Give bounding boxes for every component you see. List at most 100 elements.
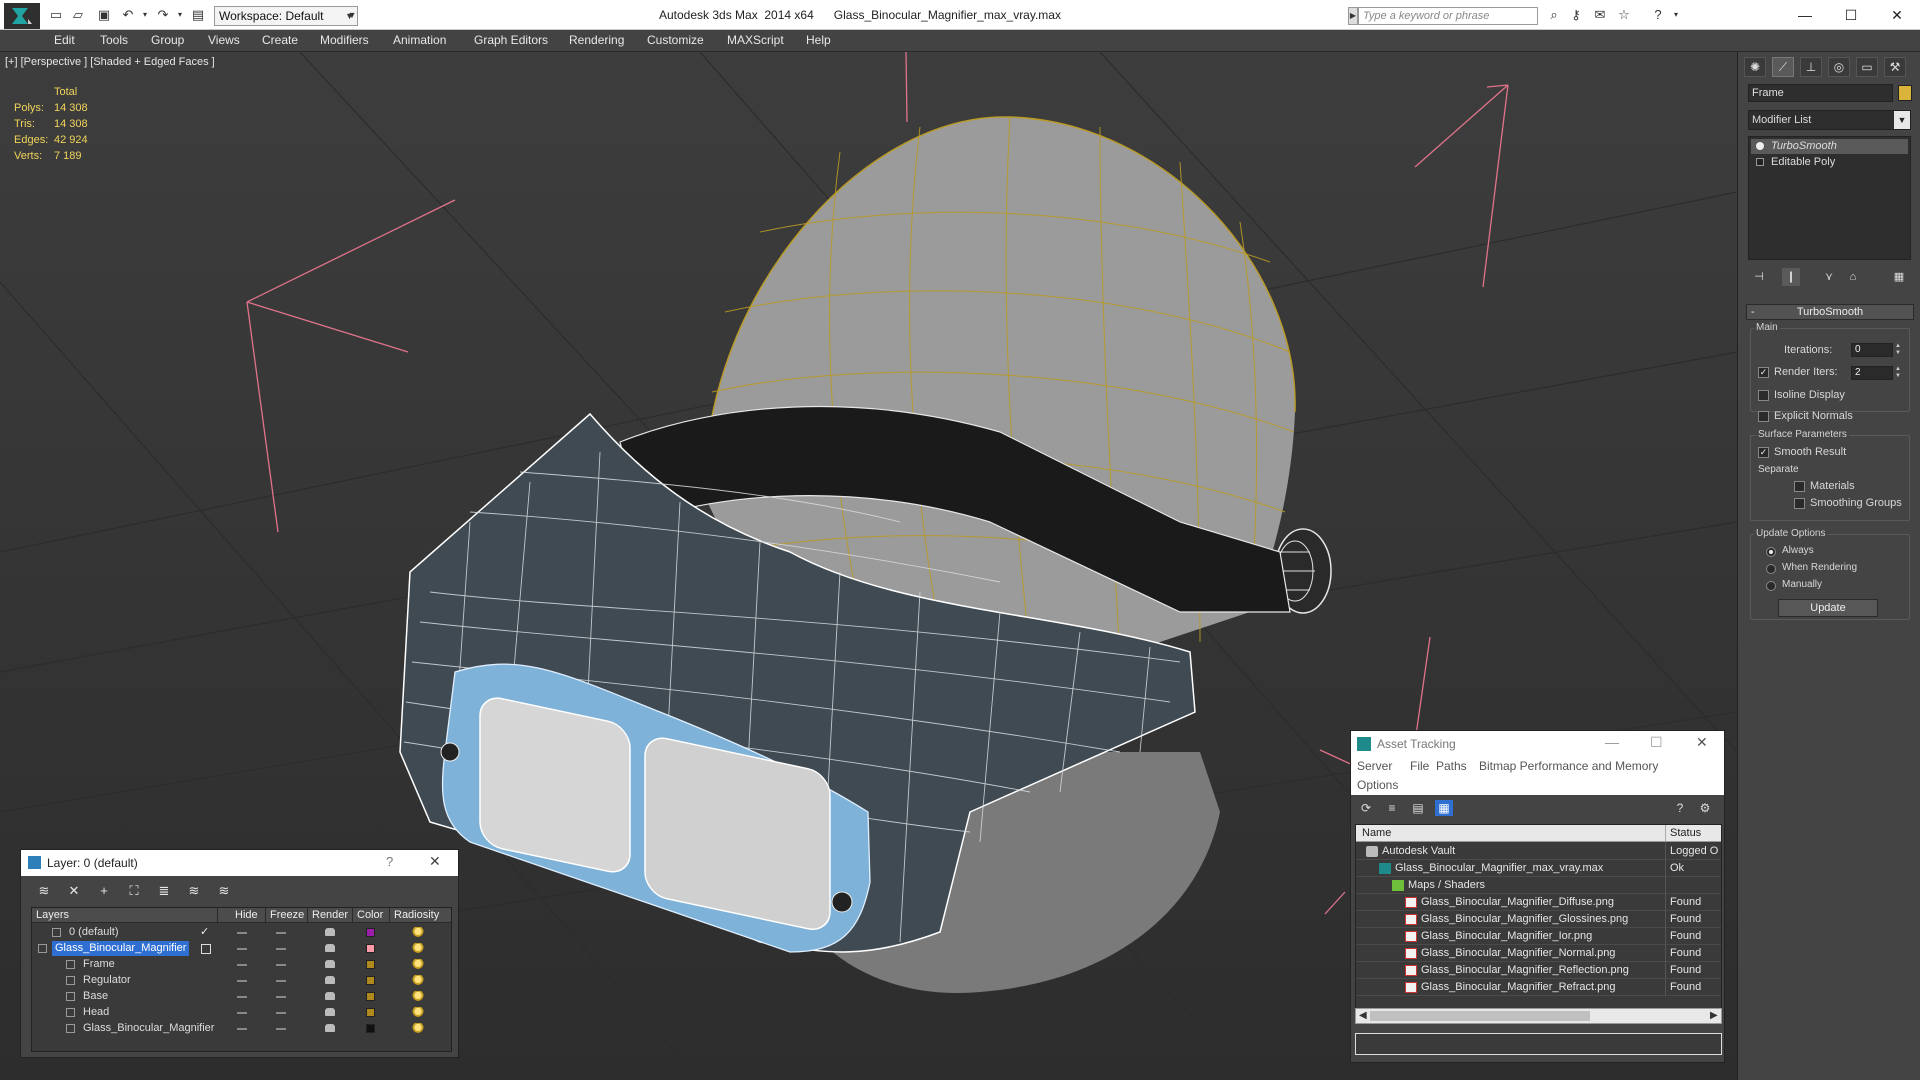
column-status[interactable]: Status xyxy=(1670,827,1701,839)
layer-row[interactable]: Head xyxy=(32,1005,451,1021)
menu-customize[interactable]: Customize xyxy=(647,33,704,47)
when-rendering-radio[interactable] xyxy=(1766,564,1776,574)
asset-window-titlebar[interactable]: Asset Tracking — ☐ ✕ xyxy=(1351,731,1724,757)
menu-create[interactable]: Create xyxy=(262,33,298,47)
layer-color-swatch[interactable] xyxy=(366,1008,375,1017)
layer-row[interactable]: Base xyxy=(32,989,451,1005)
active-layer-check-icon[interactable]: ✓ xyxy=(200,925,209,938)
save-icon[interactable]: ▣ xyxy=(96,7,112,23)
set-active-layer-box[interactable] xyxy=(201,944,211,954)
layer-row[interactable]: 0 (default) ✓ xyxy=(32,925,451,941)
spinner-arrows-icon[interactable]: ▲ ▼ xyxy=(1894,366,1902,380)
scroll-left-icon[interactable]: ◀ xyxy=(1359,1009,1367,1023)
materials-checkbox[interactable] xyxy=(1794,481,1805,492)
freeze-toggle[interactable] xyxy=(276,1028,286,1030)
column-freeze[interactable]: Freeze xyxy=(270,909,304,921)
radiosity-icon[interactable] xyxy=(412,927,424,938)
undo-dropdown-icon[interactable]: ▾ xyxy=(137,7,153,23)
hierarchy-tab-icon[interactable]: ⊥ xyxy=(1800,57,1822,77)
menu-bitmap-performance[interactable]: Bitmap Performance and Memory xyxy=(1479,759,1658,773)
freeze-all-layers-icon[interactable]: ≋ xyxy=(215,883,233,899)
layer-row[interactable]: Frame xyxy=(32,957,451,973)
menu-animation[interactable]: Animation xyxy=(393,33,446,47)
app-logo-button[interactable] xyxy=(4,3,40,29)
maximize-button[interactable]: ☐ xyxy=(1836,4,1866,26)
freeze-toggle[interactable] xyxy=(276,932,286,934)
layer-color-swatch[interactable] xyxy=(366,1024,375,1033)
menu-modifiers[interactable]: Modifiers xyxy=(320,33,369,47)
render-teapot-icon[interactable] xyxy=(325,944,335,952)
stack-item-turbosmooth[interactable]: TurboSmooth xyxy=(1751,139,1908,154)
render-teapot-icon[interactable] xyxy=(325,992,335,1000)
lightbulb-icon[interactable] xyxy=(1756,142,1764,150)
radiosity-icon[interactable] xyxy=(412,943,424,954)
freeze-toggle[interactable] xyxy=(276,1012,286,1014)
search-expand-icon[interactable]: ▶ xyxy=(1348,7,1358,25)
menu-options[interactable]: Options xyxy=(1357,778,1398,792)
layer-name[interactable]: Regulator xyxy=(80,973,134,988)
search-input[interactable]: Type a keyword or phrase xyxy=(1358,7,1538,25)
radiosity-icon[interactable] xyxy=(412,975,424,986)
asset-path-field[interactable] xyxy=(1355,1033,1722,1055)
hide-toggle[interactable] xyxy=(237,1028,247,1030)
communication-center-icon[interactable]: ✉ xyxy=(1592,7,1608,23)
create-layer-icon[interactable]: ≋ xyxy=(35,883,53,899)
layer-name[interactable]: Glass_Binocular_Magnifier xyxy=(80,1021,217,1036)
refresh-icon[interactable]: ⟳ xyxy=(1357,800,1375,816)
layer-row[interactable]: Glass_Binocular_Magnifier xyxy=(32,1021,451,1037)
open-file-icon[interactable]: ▱ xyxy=(70,7,86,23)
menu-group[interactable]: Group xyxy=(151,33,184,47)
hide-toggle[interactable] xyxy=(237,980,247,982)
render-teapot-icon[interactable] xyxy=(325,976,335,984)
favorites-star-icon[interactable]: ☆ xyxy=(1616,7,1632,23)
spinner-arrows-icon[interactable]: ▲ ▼ xyxy=(1894,343,1902,357)
object-name-field[interactable]: Frame xyxy=(1748,84,1893,102)
asset-row[interactable]: Glass_Binocular_Magnifier_Reflection.png… xyxy=(1356,962,1721,979)
layer-name[interactable]: Glass_Binocular_Magnifier xyxy=(52,941,190,956)
menu-maxscript[interactable]: MAXScript xyxy=(727,33,784,47)
close-icon[interactable]: ✕ xyxy=(429,853,441,870)
render-teapot-icon[interactable] xyxy=(325,1024,335,1032)
menu-edit[interactable]: Edit xyxy=(54,33,75,47)
list-view-icon[interactable]: ≡ xyxy=(1383,800,1401,816)
column-color[interactable]: Color xyxy=(357,909,383,921)
minimize-icon[interactable]: — xyxy=(1605,734,1619,750)
smooth-result-checkbox[interactable]: ✓ xyxy=(1758,447,1769,458)
stack-item-editable-poly[interactable]: Editable Poly xyxy=(1751,155,1908,170)
render-teapot-icon[interactable] xyxy=(325,928,335,936)
rollout-header[interactable]: - TurboSmooth xyxy=(1746,304,1914,320)
menu-file[interactable]: File xyxy=(1410,759,1429,773)
layer-window-titlebar[interactable]: Layer: 0 (default) ? ✕ xyxy=(21,850,458,876)
layer-name[interactable]: Head xyxy=(80,1005,112,1020)
motion-tab-icon[interactable]: ◎ xyxy=(1828,57,1850,77)
menu-help[interactable]: Help xyxy=(806,33,831,47)
hide-toggle[interactable] xyxy=(237,996,247,998)
layer-color-swatch[interactable] xyxy=(366,992,375,1001)
object-color-swatch[interactable] xyxy=(1898,85,1912,101)
delete-layer-icon[interactable]: ✕ xyxy=(65,883,83,899)
settings-icon[interactable]: ⚙ xyxy=(1696,800,1714,816)
column-render[interactable]: Render xyxy=(312,909,348,921)
hide-toggle[interactable] xyxy=(237,932,247,934)
workspace-menu-icon[interactable]: ▼ xyxy=(344,7,360,23)
display-tab-icon[interactable]: ▭ xyxy=(1856,57,1878,77)
asset-row[interactable]: Glass_Binocular_Magnifier_Refract.png Fou… xyxy=(1356,979,1721,996)
menu-views[interactable]: Views xyxy=(208,33,240,47)
utilities-tab-icon[interactable]: ⚒ xyxy=(1884,57,1906,77)
layer-name[interactable]: Base xyxy=(80,989,111,1004)
asset-row[interactable]: Autodesk Vault Logged O xyxy=(1356,843,1721,860)
layer-color-swatch[interactable] xyxy=(366,960,375,969)
radiosity-icon[interactable] xyxy=(412,991,424,1002)
render-iters-checkbox[interactable]: ✓ xyxy=(1758,367,1769,378)
column-name[interactable]: Name xyxy=(1362,827,1391,839)
column-radiosity[interactable]: Radiosity xyxy=(394,909,439,921)
maximize-icon[interactable]: ☐ xyxy=(1650,734,1663,751)
layer-name[interactable]: Frame xyxy=(80,957,118,972)
highlight-layer-icon[interactable]: ≣ xyxy=(155,883,173,899)
remove-modifier-icon[interactable]: ⌂ xyxy=(1844,268,1862,286)
create-tab-icon[interactable]: ✺ xyxy=(1744,57,1766,77)
layer-color-swatch[interactable] xyxy=(366,928,375,937)
isoline-display-checkbox[interactable] xyxy=(1758,390,1769,401)
redo-dropdown-icon[interactable]: ▾ xyxy=(172,7,188,23)
help-icon[interactable]: ? xyxy=(386,854,393,869)
